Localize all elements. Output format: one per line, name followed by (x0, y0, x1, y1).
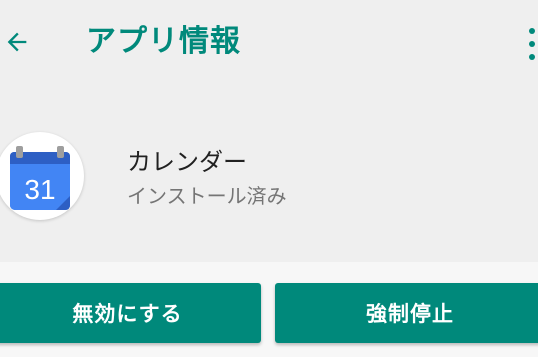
app-icon: 31 (0, 132, 84, 220)
app-header: 31 カレンダー インストール済み (0, 118, 538, 238)
back-button[interactable] (0, 22, 34, 62)
calendar-icon: 31 (10, 146, 70, 210)
disable-button[interactable]: 無効にする (0, 283, 261, 343)
arrow-back-icon (7, 32, 27, 52)
page-title: アプリ情報 (86, 24, 241, 59)
app-info-screen: アプリ情報 31 カレンダー インストール済み 無効にする 強制停止 (0, 0, 538, 357)
app-bar: アプリ情報 (0, 0, 538, 86)
calendar-day-number: 31 (24, 174, 55, 205)
app-install-status: インストール済み (127, 184, 287, 208)
more-options-button[interactable] (520, 26, 538, 62)
app-name: カレンダー (127, 148, 247, 176)
force-stop-button[interactable]: 強制停止 (275, 283, 538, 343)
